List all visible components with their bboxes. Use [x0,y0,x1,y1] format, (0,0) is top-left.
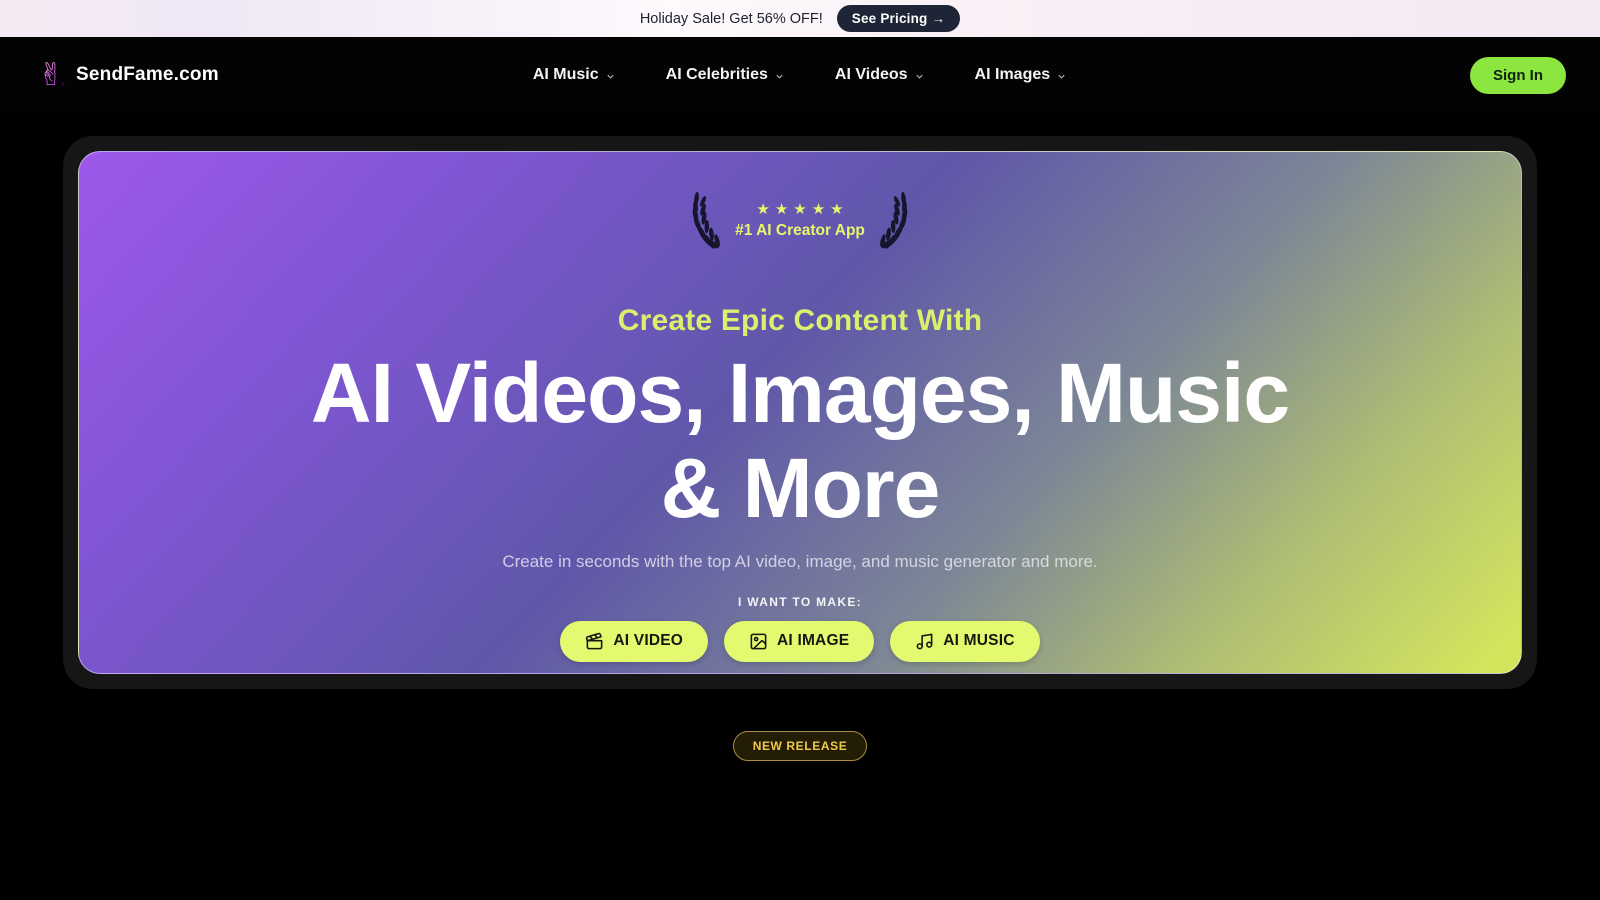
new-release-badge[interactable]: NEW RELEASE [733,731,868,761]
chevron-down-icon [1056,71,1067,82]
brand-name: SendFame.com [76,64,219,86]
nav-item-ai-music[interactable]: AI Music [533,66,616,84]
hero-title-line1: AI Videos, Images, Music [311,346,1289,440]
cta-label: I WANT TO MAKE: [738,595,862,609]
hero-card: ★★★★★ #1 AI Creator App [78,151,1522,674]
main-nav: AI Music AI Celebrities AI Videos AI Ima… [314,66,1286,84]
award-badge: ★★★★★ #1 AI Creator App [683,190,917,250]
site-header: ✌✦ SendFame.com AI Music AI Celebrities … [0,37,1600,113]
promo-text: Holiday Sale! Get 56% OFF! [640,11,823,27]
hero-subtitle: Create in seconds with the top AI video,… [502,552,1097,572]
laurel-right-icon [875,190,917,250]
five-stars: ★★★★★ [735,200,865,218]
award-label: #1 AI Creator App [735,222,865,240]
nav-label: AI Music [533,66,599,84]
nav-label: AI Images [975,66,1051,84]
ai-image-button[interactable]: AI IMAGE [724,621,874,662]
header-actions: Sign In [1286,57,1566,94]
ai-music-button[interactable]: AI MUSIC [890,621,1039,662]
nav-item-ai-images[interactable]: AI Images [975,66,1068,84]
ai-video-button[interactable]: AI VIDEO [560,621,708,662]
hero-title-line2: & More [661,441,940,535]
hero-frame: ★★★★★ #1 AI Creator App [63,136,1537,689]
hero-kicker: Create Epic Content With [618,304,983,338]
chevron-down-icon [914,71,925,82]
cta-button-label: AI MUSIC [943,632,1014,650]
laurel-left-icon [683,190,725,250]
chevron-down-icon [774,71,785,82]
nav-item-ai-videos[interactable]: AI Videos [835,66,925,84]
nav-label: AI Celebrities [666,66,768,84]
sign-in-button[interactable]: Sign In [1470,57,1566,94]
see-pricing-button[interactable]: See Pricing → [837,5,960,32]
nav-label: AI Videos [835,66,908,84]
cta-button-label: AI VIDEO [613,632,683,650]
nav-item-ai-celebrities[interactable]: AI Celebrities [666,66,785,84]
cta-button-label: AI IMAGE [777,632,849,650]
chevron-down-icon [605,71,616,82]
award-center: ★★★★★ #1 AI Creator App [735,200,865,240]
new-release-row: NEW RELEASE [0,731,1600,761]
hero-title: AI Videos, Images, Music& More [311,346,1289,536]
brand-logo[interactable]: ✌✦ SendFame.com [34,55,314,95]
cta-button-row: AI VIDEO AI IMAGE AI MUSIC [560,621,1039,662]
peace-hand-icon: ✌✦ [34,55,68,95]
clapperboard-icon [585,632,604,651]
image-icon [749,632,768,651]
promo-banner: Holiday Sale! Get 56% OFF! See Pricing → [0,0,1600,37]
music-note-icon [915,632,934,651]
